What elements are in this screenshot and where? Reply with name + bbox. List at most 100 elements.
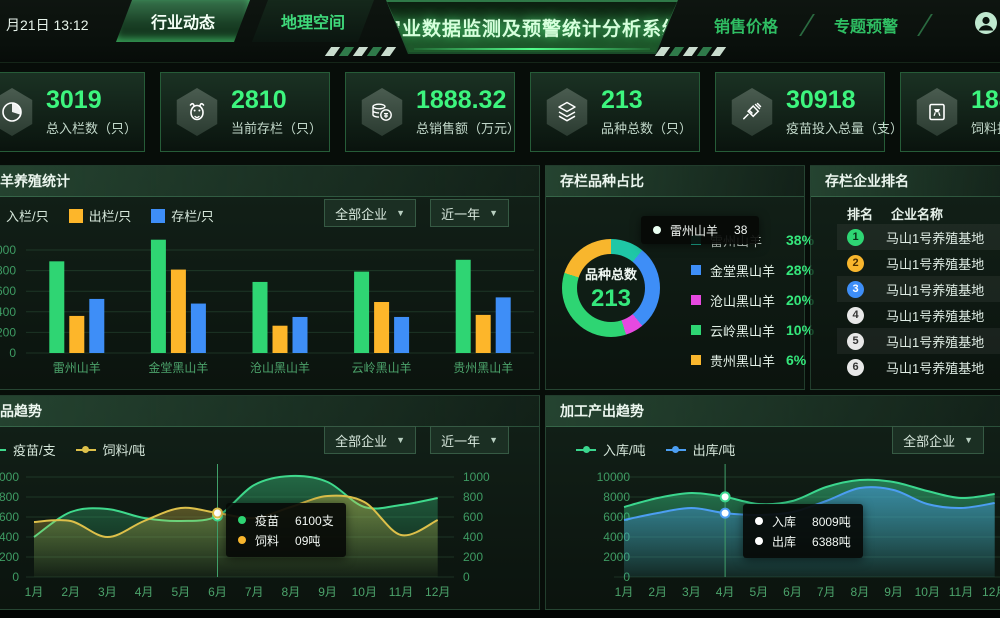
table-row[interactable]: 5马山1号养殖基地 [837,328,1000,354]
nav-separator [799,14,815,36]
tooltip-row: 入库 8009吨 [755,511,851,531]
layers-icon [554,99,580,125]
feed-bag-icon [915,88,959,136]
legend-line-marker [666,449,686,451]
feed-bag-icon [924,99,950,125]
tooltip-label: 饲料 [255,532,279,549]
panel-title: 存栏品种占比 [546,166,804,197]
rank-badge: 2 [847,255,864,272]
table-row[interactable]: 6 马山1号养殖基地 [837,354,1000,380]
ranking-table: 1马山1号养殖基地2马山1号养殖基地3马山1号养殖基地4马山1号养殖基地5马山1… [837,224,1000,380]
tooltip-dot [755,537,763,545]
filter-dropdown[interactable]: 全部企业▼ [324,199,416,227]
svg-text:2月: 2月 [61,585,80,599]
legend-label: 存栏/只 [171,206,214,225]
legend-label: 出栏/只 [89,206,132,225]
rank-badge: 5 [847,333,864,350]
tab-special-alert[interactable]: 专题预警 [834,13,898,37]
filter-dropdown[interactable]: 近一年▼ [430,199,509,227]
datetime: 月21日 13:12 [6,15,89,35]
legend-item[interactable]: 存栏/只 [151,206,214,225]
donut-tooltip: 雷州山羊38 [641,216,759,244]
svg-text:3月: 3月 [682,585,701,599]
kpi-info: 3019总入栏数（只） [46,87,137,136]
kpi-card: 3019总入栏数（只） [0,72,145,152]
tooltip-value: 8009吨 [812,513,851,530]
legend-swatch [691,295,701,305]
legend-label: 入栏/只 [6,206,49,225]
donut-legend-item[interactable]: 云岭黑山羊10% [691,320,814,340]
legend-swatch [691,355,701,365]
user-avatar-icon[interactable] [974,11,998,35]
legend-dot [82,446,89,453]
rank-badge: 6 [847,359,864,376]
kpi-info: 188饲料投入 [971,87,1000,136]
kpi-value: 30918 [786,87,903,113]
svg-text:10月: 10月 [352,585,377,599]
company-name: 马山1号养殖基地 [886,358,984,377]
svg-text:贵州黑山羊: 贵州黑山羊 [453,360,513,375]
tooltip-dot [755,517,763,525]
svg-text:12月: 12月 [982,585,1000,599]
donut-legend-item[interactable]: 沧山黑山羊20% [691,290,814,310]
tab-label: 地理空间 [281,9,345,33]
svg-text:0: 0 [463,570,470,584]
dropdown-value: 全部企业 [903,431,955,450]
donut-legend-item[interactable]: 贵州黑山羊6% [691,350,814,370]
tooltip-value: 09吨 [295,532,320,549]
legend-label: 金堂黑山羊 [710,261,786,280]
tooltip-row: 出库6388吨 [755,531,851,551]
svg-text:0: 0 [12,570,19,584]
donut-legend: 雷州山羊38%金堂黑山羊28%沧山黑山羊20%云岭黑山羊10%贵州黑山羊6% [691,230,814,380]
chart-tooltip: 入库 8009吨出库6388吨 [743,504,863,558]
tooltip-row: 雷州山羊38 [653,220,747,240]
tooltip-value: 6100支 [295,512,334,529]
svg-text:7月: 7月 [817,585,836,599]
filter-dropdown[interactable]: 全部企业▼ [324,426,416,454]
donut-center-label: 品种总数 [585,264,637,283]
goat-icon [175,88,219,136]
rank-badge: 3 [847,281,864,298]
company-name: 马山1号养殖基地 [886,280,984,299]
tab-sales-price[interactable]: 销售价格 [714,13,778,37]
svg-text:10000: 10000 [597,470,631,484]
tab-geo-space[interactable]: 地理空间 [252,0,374,42]
filter-group: 全部企业▼ 近一年▼ [324,426,509,454]
svg-text:7月: 7月 [245,585,264,599]
donut-center-value: 213 [591,285,631,313]
dropdown-value: 全部企业 [335,204,387,223]
panel-breeding-stats: 羊养殖统计 入栏/只出栏/只存栏/只 全部企业▼近一年▼ 02004006008… [0,165,540,390]
table-row[interactable]: 4马山1号养殖基地 [837,302,1000,328]
svg-text:600: 600 [0,510,19,524]
tab-industry-news[interactable]: 行业动态 [116,0,250,42]
filter-dropdown[interactable]: 全部企业▼ [892,426,984,454]
svg-text:1月: 1月 [25,585,44,599]
svg-text:600: 600 [463,510,483,524]
tooltip-row: 饲料 09吨 [238,530,334,550]
kpi-card: 1888.32总销售额（万元） [345,72,515,152]
panel-company-ranking: 存栏企业排名 排名 企业名称 1马山1号养殖基地2马山1号养殖基地3马山1号养殖… [810,165,1000,390]
tooltip-label: 入库 [772,513,796,530]
tooltip-label: 疫苗 [255,512,279,529]
legend-percent: 6% [786,352,806,368]
svg-text:600: 600 [0,284,16,298]
legend-item[interactable]: 出栏/只 [69,206,132,225]
svg-text:800: 800 [0,264,16,278]
legend-dot [672,446,679,453]
filter-dropdown[interactable]: 近一年▼ [430,426,509,454]
table-row[interactable]: 1马山1号养殖基地 [837,224,1000,250]
kpi-value: 3019 [46,87,137,113]
svg-text:200: 200 [0,550,19,564]
goat-icon [184,99,210,125]
coins-icon [369,99,395,125]
svg-text:11月: 11月 [949,585,973,599]
table-row[interactable]: 2马山1号养殖基地 [837,250,1000,276]
chart-tooltip: 疫苗 6100支饲料 09吨 [226,503,346,557]
legend-swatch [151,209,165,223]
donut-legend-item[interactable]: 金堂黑山羊28% [691,260,814,280]
panel-inputs-trend: 品趋势 疫苗/支饲料/吨 全部企业▼近一年▼ 00200200400400600… [0,395,540,610]
table-row[interactable]: 3 马山1号养殖基地 [837,276,1000,302]
legend-label: 沧山黑山羊 [710,291,786,310]
bottom-strip [0,610,1000,618]
legend-item[interactable]: 入栏/只 [0,206,49,225]
